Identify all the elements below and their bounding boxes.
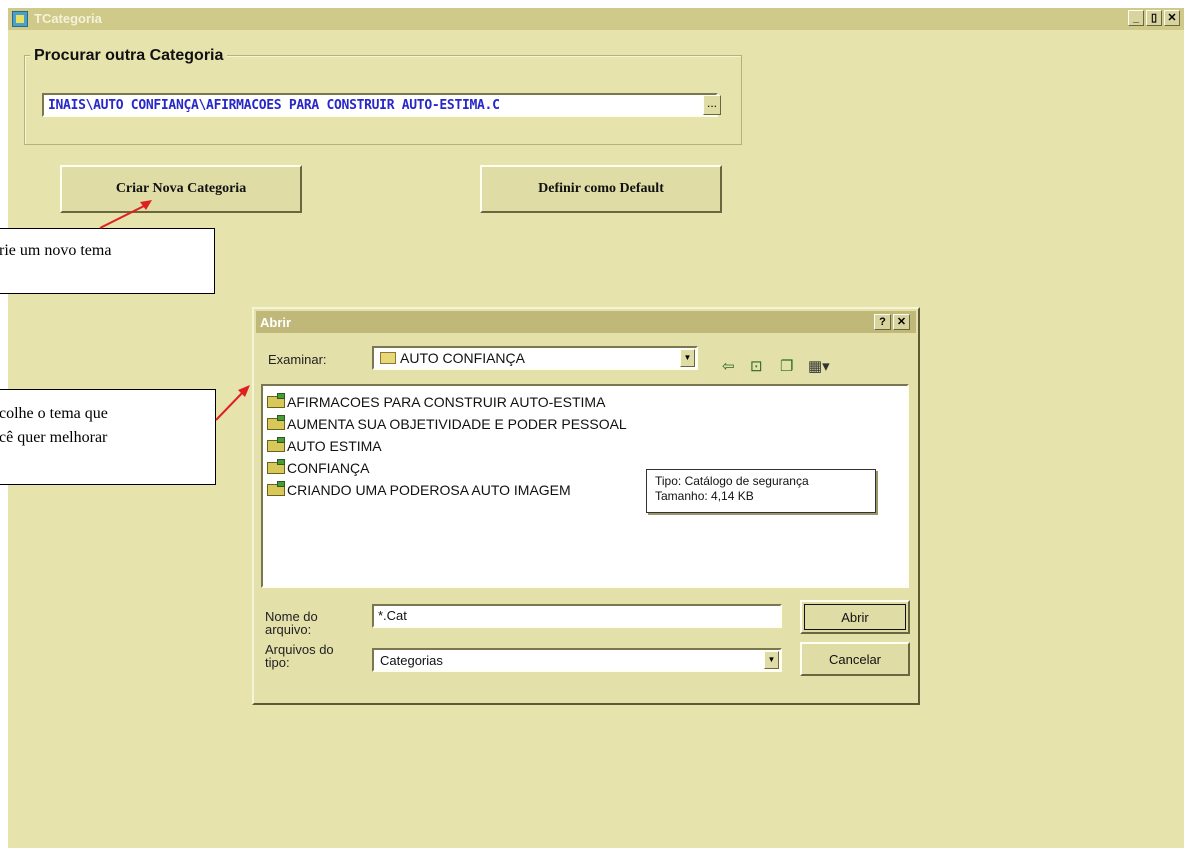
list-item[interactable]: CRIANDO UMA PODEROSA AUTO IMAGEM [267, 481, 571, 498]
list-item[interactable]: AUMENTA SUA OBJETIVIDADE E PODER PESSOAL [267, 415, 627, 432]
filetype-label-line2: tipo: [265, 655, 290, 670]
filetype-dropdown-arrow[interactable]: ▼ [764, 651, 779, 669]
view-menu-icon[interactable]: ▦▾ [808, 357, 830, 375]
file-name: AFIRMACOES PARA CONSTRUIR AUTO-ESTIMA [287, 394, 606, 410]
dialog-help-button[interactable]: ? [874, 314, 891, 330]
file-tooltip: Tipo: Catálogo de segurança Tamanho: 4,1… [646, 469, 876, 513]
filetype-value: Categorias [380, 653, 443, 668]
search-group-legend: Procurar outra Categoria [30, 47, 228, 65]
tooltip-size: Tamanho: 4,14 KB [655, 489, 754, 503]
folder-icon [380, 352, 396, 365]
up-folder-icon[interactable]: ⊡ [750, 357, 763, 375]
tooltip-type: Tipo: Catálogo de segurança [655, 474, 809, 488]
look-in-combo[interactable]: AUTO CONFIANÇA ▼ [372, 346, 698, 370]
title-bar[interactable]: TCategoria _ ▯ ✕ [8, 8, 1184, 30]
dialog-title-bar[interactable]: Abrir ? ✕ [256, 311, 916, 333]
create-category-button[interactable]: Criar Nova Categoria [60, 165, 302, 213]
look-in-combo-content: AUTO CONFIANÇA [380, 350, 525, 366]
file-name: AUTO ESTIMA [287, 438, 382, 454]
list-item[interactable]: AUTO ESTIMA [267, 437, 382, 454]
filename-label: Nome do arquivo: [265, 610, 318, 636]
window-title: TCategoria [34, 11, 102, 26]
create-callout-text: rie um novo tema [0, 242, 112, 259]
dialog-close-button[interactable]: ✕ [893, 314, 910, 330]
category-path-value: INAIS\AUTO CONFIANÇA\AFIRMACOES PARA CON… [48, 98, 500, 113]
close-button[interactable]: ✕ [1164, 10, 1180, 26]
look-in-label: Examinar: [268, 352, 327, 367]
filetype-label: Arquivos do tipo: [265, 643, 334, 669]
file-name: CRIANDO UMA PODEROSA AUTO IMAGEM [287, 482, 571, 498]
browse-button[interactable]: ... [703, 95, 721, 115]
catalog-file-icon [267, 437, 285, 452]
list-item[interactable]: AFIRMACOES PARA CONSTRUIR AUTO-ESTIMA [267, 393, 606, 410]
category-path-field[interactable]: INAIS\AUTO CONFIANÇA\AFIRMACOES PARA CON… [42, 93, 718, 117]
choose-callout-line2: cê quer melhorar [0, 429, 108, 446]
maximize-button[interactable]: ▯ [1146, 10, 1162, 26]
open-button[interactable]: Abrir [800, 600, 910, 634]
choose-callout: colhe o tema que cê quer melhorar [0, 389, 216, 485]
create-callout: rie um novo tema [0, 228, 215, 294]
filename-label-line2: arquivo: [265, 622, 312, 637]
dialog-title: Abrir [260, 315, 292, 330]
back-icon[interactable]: ⇦ [722, 357, 735, 375]
catalog-file-icon [267, 415, 285, 430]
catalog-file-icon [267, 481, 285, 496]
list-item[interactable]: CONFIANÇA [267, 459, 370, 476]
catalog-file-icon [267, 459, 285, 474]
minimize-button[interactable]: _ [1128, 10, 1144, 26]
filetype-combo[interactable]: Categorias ▼ [372, 648, 782, 672]
set-default-button[interactable]: Definir como Default [480, 165, 722, 213]
catalog-file-icon [267, 393, 285, 408]
cancel-button[interactable]: Cancelar [800, 642, 910, 676]
app-icon [12, 11, 28, 27]
window-controls: _ ▯ ✕ [1128, 10, 1180, 26]
file-name: CONFIANÇA [287, 460, 370, 476]
look-in-value: AUTO CONFIANÇA [400, 350, 525, 366]
choose-callout-line1: colhe o tema que [0, 405, 108, 422]
filename-input[interactable]: *.Cat [372, 604, 782, 628]
file-name: AUMENTA SUA OBJETIVIDADE E PODER PESSOAL [287, 416, 627, 432]
new-folder-icon[interactable]: ❐ [780, 357, 793, 375]
look-in-dropdown-arrow[interactable]: ▼ [680, 349, 695, 367]
